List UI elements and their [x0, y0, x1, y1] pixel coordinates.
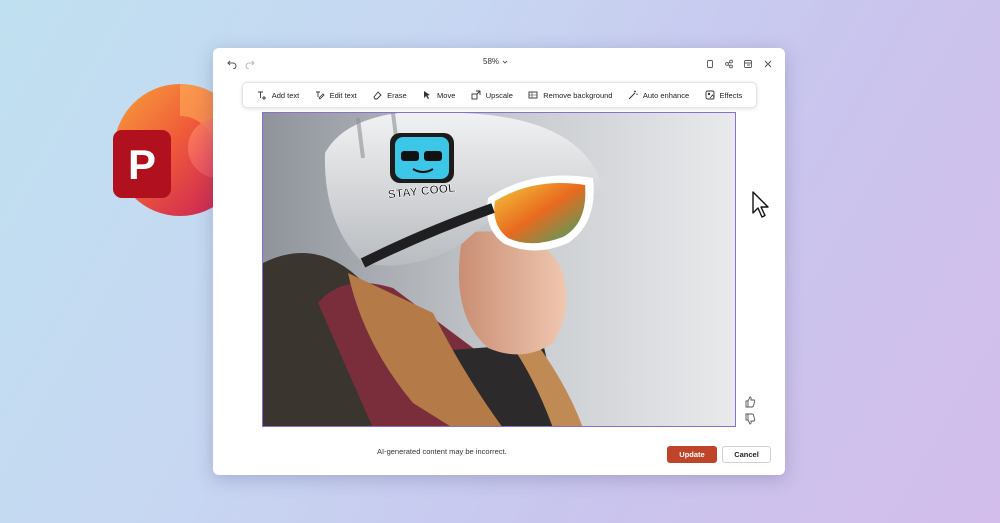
effects-label: Effects [719, 90, 743, 100]
ai-disclaimer: AI-generated content may be incorrect. [377, 447, 507, 456]
move-icon [424, 91, 431, 99]
erase-label: Erase [387, 90, 407, 100]
effects-button[interactable]: Effects [705, 90, 743, 100]
image-canvas[interactable]: STAY COOL [262, 112, 736, 427]
zoom-level: 58% [483, 57, 500, 66]
remove-background-button[interactable]: Remove background [528, 90, 612, 100]
svg-text:P: P [128, 141, 156, 188]
edit-text-label: Edit text [329, 90, 357, 100]
edit-toolbar: Add text Edit text Erase Move Upscale Re… [242, 82, 757, 108]
remove-background-icon [528, 91, 538, 99]
move-label: Move [437, 90, 456, 100]
stay-cool-sticker: STAY COOL [387, 133, 456, 202]
insert-icon[interactable] [740, 56, 756, 72]
move-button[interactable]: Move [422, 90, 455, 100]
auto-enhance-icon [628, 90, 638, 100]
close-icon[interactable] [760, 56, 776, 72]
auto-enhance-button[interactable]: Auto enhance [628, 90, 689, 100]
cancel-button[interactable]: Cancel [722, 446, 771, 463]
upscale-label: Upscale [485, 90, 513, 100]
copy-icon[interactable] [702, 56, 718, 72]
image-editor-dialog: 58% Add text Edit text Erase Move Upscal… [213, 48, 785, 475]
zoom-dropdown[interactable]: 58% [483, 57, 508, 66]
upscale-button[interactable]: Upscale [471, 90, 513, 100]
remove-background-label: Remove background [543, 90, 613, 100]
edit-text-icon [315, 91, 325, 100]
title-bar: 58% [213, 48, 785, 78]
upscale-icon [471, 90, 481, 100]
eraser-icon [373, 91, 382, 100]
redo-icon[interactable] [242, 56, 258, 72]
update-button[interactable]: Update [667, 446, 717, 463]
add-text-label: Add text [271, 90, 300, 100]
erase-button[interactable]: Erase [372, 90, 407, 100]
effects-icon [705, 90, 714, 100]
share-icon[interactable] [721, 56, 737, 72]
skier-photo: STAY COOL [263, 113, 735, 426]
add-text-button[interactable]: Add text [257, 90, 300, 100]
edit-text-button[interactable]: Edit text [315, 90, 357, 100]
thumbs-down-icon[interactable] [743, 412, 757, 426]
mouse-cursor-icon [752, 191, 769, 218]
thumbs-up-icon[interactable] [743, 395, 757, 409]
auto-enhance-label: Auto enhance [642, 90, 690, 100]
add-text-icon [257, 91, 266, 100]
undo-icon[interactable] [224, 56, 240, 72]
chevron-down-icon [502, 60, 508, 64]
